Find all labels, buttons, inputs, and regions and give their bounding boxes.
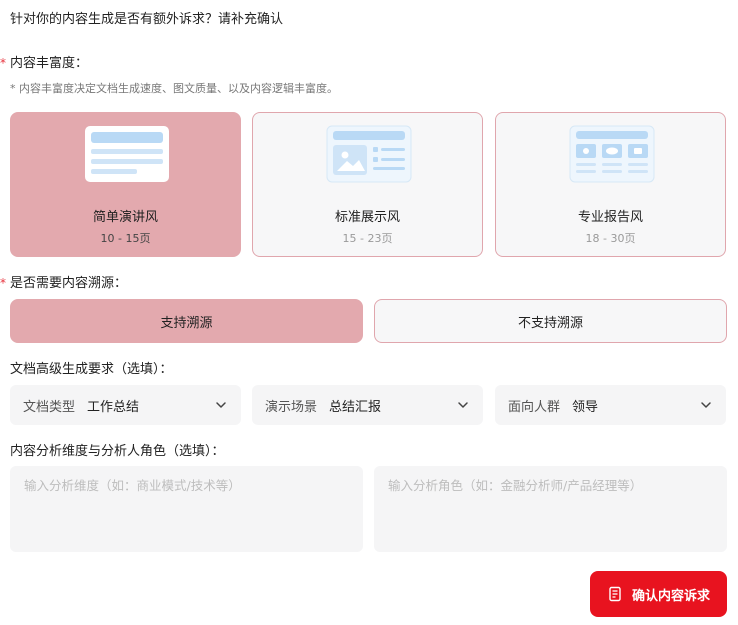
audience-value: 领导 [572,399,599,415]
tracing-no-button[interactable]: 不支持溯源 [374,299,727,343]
style-card-pages: 18 - 30页 [585,232,636,245]
style-card-standard[interactable]: 标准展示风 15 - 23页 [252,112,483,257]
style-card-pages: 15 - 23页 [342,232,393,245]
page-question: 针对你的内容生成是否有额外诉求？请补充确认 [10,12,284,27]
style-card-pages: 10 - 15页 [100,232,151,245]
style-card-professional[interactable]: 专业报告风 18 - 30页 [495,112,726,257]
document-icon [609,586,621,602]
tracing-yes-button[interactable]: 支持溯源 [10,299,363,343]
richness-label: 内容丰富度： [10,56,89,71]
richness-section-label: * 内容丰富度： [0,52,88,71]
doc-type-label: 文档类型 [23,399,76,415]
simple-slide-icon [85,126,169,182]
standard-slide-icon [326,125,412,183]
scene-value: 总结汇报 [329,399,382,415]
tracing-section-label: * 是否需要内容溯源： [0,272,127,291]
audience-label: 面向人群 [508,399,561,415]
required-mark: * [0,56,6,70]
audience-select[interactable]: 面向人群 领导 [495,385,726,425]
tracing-label: 是否需要内容溯源： [10,276,128,291]
scene-label: 演示场景 [265,399,318,415]
style-card-name: 专业报告风 [577,210,643,225]
chevron-down-icon [701,402,711,408]
confirm-button-label: 确认内容诉求 [631,588,710,604]
doc-type-select[interactable]: 文档类型 工作总结 [10,385,241,425]
chevron-down-icon [216,402,226,408]
chevron-down-icon [458,402,468,408]
doc-type-value: 工作总结 [87,399,140,415]
analysis-role-input[interactable] [374,466,727,552]
style-card-simple[interactable]: 简单演讲风 10 - 15页 [10,112,241,257]
analysis-dimension-input[interactable] [10,466,363,552]
analysis-label: 内容分析维度与分析人角色（选填）： [10,444,225,459]
style-card-name: 标准展示风 [334,210,400,225]
scene-select[interactable]: 演示场景 总结汇报 [252,385,483,425]
confirm-content-button[interactable]: 确认内容诉求 [590,571,727,617]
professional-slide-icon [569,125,655,183]
required-mark: * [0,276,6,290]
richness-hint: * 内容丰富度决定文档生成速度、图文质量、以及内容逻辑丰富度。 [10,82,338,95]
style-card-name: 简单演讲风 [92,210,158,225]
advanced-label: 文档高级生成要求（选填）： [10,362,173,377]
